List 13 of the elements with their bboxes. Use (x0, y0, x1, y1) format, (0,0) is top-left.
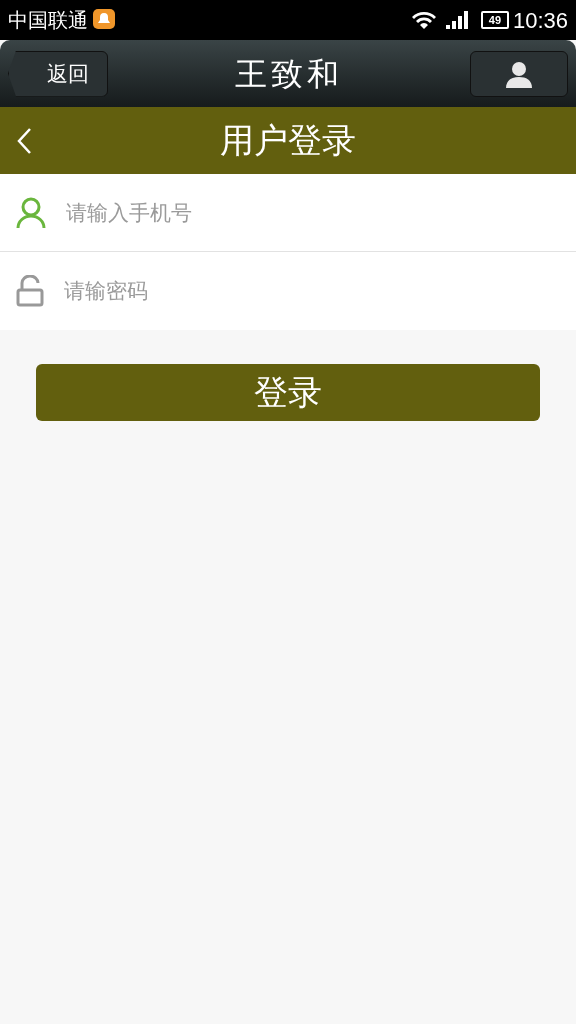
profile-button[interactable] (470, 50, 568, 97)
wifi-icon (410, 10, 437, 30)
battery-indicator: 49 (480, 11, 509, 29)
app-title: 王致和 (235, 53, 343, 95)
page-title: 用户登录 (220, 119, 356, 162)
back-button[interactable]: 返回 (8, 50, 108, 97)
lock-icon (16, 275, 44, 307)
signal-icon (444, 10, 469, 30)
clock-time: 10:36 (512, 6, 568, 35)
carrier-name: 中国联通 (8, 8, 88, 33)
login-button[interactable]: 登录 (36, 364, 540, 421)
back-chevron-icon[interactable] (16, 126, 32, 155)
user-icon (16, 196, 46, 229)
